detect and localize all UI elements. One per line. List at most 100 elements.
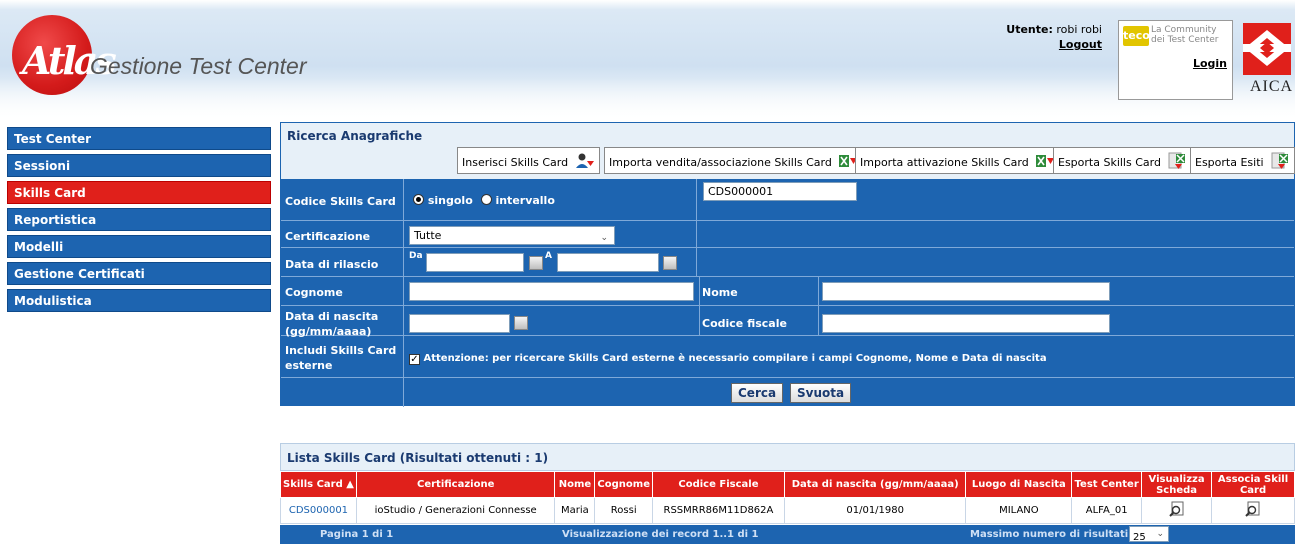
column-divider — [818, 277, 819, 335]
results-panel: Lista Skills Card (Risultati ottenuti : … — [280, 443, 1295, 544]
pagination-bar: Pagina 1 di 1 Visualizzazione dei record… — [280, 525, 1295, 544]
excel-export-icon — [1168, 152, 1186, 169]
intervallo-radio[interactable] — [480, 194, 492, 205]
associate-card-icon[interactable] — [1245, 501, 1261, 517]
data-nascita-input[interactable] — [409, 314, 510, 333]
sidebar-item-reportistica[interactable]: Reportistica — [7, 208, 271, 231]
cell-nome: Maria — [554, 497, 596, 524]
esporta-skills-card-button[interactable]: Esporta Skills Card — [1053, 147, 1193, 174]
cell-visualizza-scheda — [1141, 497, 1213, 524]
cognome-label: Cognome — [285, 286, 343, 299]
search-toolbar: Ricerca Anagrafiche Inserisci Skills Car… — [281, 123, 1295, 179]
sidebar-item-modulistica[interactable]: Modulistica — [7, 289, 271, 312]
header: Atlas Gestione Test Center Utente: robi … — [0, 0, 1295, 122]
teco-caption-line-2: dei Test Center — [1151, 35, 1219, 45]
teco-login-box: teco La Community dei Test Center Login — [1118, 20, 1233, 100]
row-divider — [281, 377, 1294, 378]
codice-skills-card-input[interactable]: CDS000001 — [703, 182, 857, 201]
chevron-down-icon: ⌄ — [600, 233, 608, 243]
calendar-icon[interactable] — [529, 256, 543, 270]
column-visualizza-scheda: Visualizza Scheda — [1141, 471, 1213, 498]
table-header-row: Skills Card ▲ Certificazione Nome Cognom… — [280, 471, 1295, 498]
inserisci-skills-card-label: Inserisci Skills Card — [462, 156, 569, 169]
results-title: Lista Skills Card (Risultati ottenuti : … — [287, 451, 549, 465]
app-title: Gestione Test Center — [90, 53, 307, 79]
max-results-value: 25 — [1133, 532, 1146, 543]
certificazione-select[interactable]: Tutte ⌄ — [409, 226, 615, 245]
data-nascita-label: Data di nascita (gg/mm/aaaa) — [285, 309, 378, 339]
add-user-icon — [575, 153, 594, 168]
search-panel: Ricerca Anagrafiche Inserisci Skills Car… — [280, 122, 1295, 407]
esporta-esiti-button[interactable]: Esporta Esiti — [1190, 147, 1295, 174]
cerca-button[interactable]: Cerca — [731, 383, 784, 403]
row-divider — [281, 220, 1294, 221]
column-test-center[interactable]: Test Center — [1071, 471, 1143, 498]
column-cognome[interactable]: Cognome — [594, 471, 653, 498]
aica-logo-icon — [1243, 23, 1291, 75]
column-codice-fiscale[interactable]: Codice Fiscale — [651, 471, 785, 498]
header-wave — [0, 78, 1295, 122]
sidebar-item-skills-card[interactable]: Skills Card — [7, 181, 271, 204]
column-luogo-nascita[interactable]: Luogo di Nascita — [965, 471, 1073, 498]
view-details-icon[interactable] — [1168, 501, 1185, 517]
importa-vendita-button[interactable]: Importa vendita/associazione Skills Card — [604, 147, 864, 174]
cell-cognome: Rossi — [594, 497, 653, 524]
cell-associa-skill-card — [1211, 497, 1295, 524]
cognome-input[interactable] — [409, 282, 694, 301]
inserisci-skills-card-button[interactable]: Inserisci Skills Card — [457, 147, 600, 174]
includi-esterne-label: Includi Skills Card esterne — [285, 343, 396, 373]
importa-attivazione-label: Importa attivazione Skills Card — [860, 156, 1029, 169]
column-associa-skill-card: Associa Skill Card — [1211, 471, 1295, 498]
row-divider — [281, 335, 1294, 336]
user-name: robi robi — [1056, 23, 1102, 36]
column-data-nascita[interactable]: Data di nascita (gg/mm/aaaa) — [783, 471, 967, 498]
column-skills-card[interactable]: Skills Card ▲ — [280, 471, 357, 498]
pagination-page: Pagina 1 di 1 — [320, 529, 394, 540]
singolo-radio[interactable] — [413, 194, 424, 205]
column-nome[interactable]: Nome — [554, 471, 596, 498]
logout-link[interactable]: Logout — [940, 37, 1102, 52]
nome-input[interactable] — [822, 282, 1110, 301]
a-label: A — [545, 251, 552, 261]
nome-label: Nome — [702, 286, 738, 299]
user-label: Utente: — [1006, 23, 1053, 36]
column-divider — [403, 179, 404, 407]
aica-text: AICA — [1250, 78, 1294, 95]
chevron-down-icon: ⌄ — [1156, 529, 1164, 539]
column-divider — [696, 221, 697, 248]
includi-esterne-option: ✓ Attenzione: per ricercare Skills Card … — [409, 353, 1047, 365]
max-results-select[interactable]: 25 ⌄ — [1129, 526, 1169, 543]
row-divider — [281, 247, 1294, 248]
data-nascita-label-line-2: (gg/mm/aaaa) — [285, 325, 372, 338]
intervallo-radio-label: intervallo — [495, 194, 555, 207]
calendar-icon[interactable] — [663, 256, 677, 270]
data-rilascio-da-input[interactable] — [426, 253, 524, 272]
data-rilascio-a-input[interactable] — [557, 253, 659, 272]
singolo-radio-group: singolo intervallo — [413, 194, 555, 207]
cell-certificazione: ioStudio / Generazioni Connesse — [355, 497, 556, 524]
includi-esterne-note: Attenzione: per ricercare Skills Card es… — [423, 353, 1047, 364]
esporta-esiti-label: Esporta Esiti — [1195, 156, 1264, 169]
sidebar-item-gestione-certificati[interactable]: Gestione Certificati — [7, 262, 271, 285]
codice-fiscale-input[interactable] — [822, 314, 1110, 333]
sidebar-item-test-center[interactable]: Test Center — [7, 127, 271, 150]
includi-esterne-checkbox[interactable]: ✓ — [409, 354, 420, 365]
sidebar-item-modelli[interactable]: Modelli — [7, 235, 271, 258]
codice-skills-card-label: Codice Skills Card — [285, 195, 396, 208]
login-link[interactable]: Login — [1193, 57, 1227, 70]
user-info: Utente: robi robi Logout — [940, 22, 1102, 52]
teco-logo: teco — [1123, 26, 1150, 46]
importa-attivazione-button[interactable]: Importa attivazione Skills Card — [855, 147, 1061, 174]
certificazione-label: Certificazione — [285, 230, 371, 243]
row-divider — [281, 276, 1294, 277]
calendar-icon[interactable] — [514, 316, 528, 330]
aica-logo: AICA — [1240, 20, 1295, 96]
importa-vendita-label: Importa vendita/associazione Skills Card — [609, 156, 832, 169]
sidebar-item-sessioni[interactable]: Sessioni — [7, 154, 271, 177]
column-certificazione[interactable]: Certificazione — [355, 471, 556, 498]
skills-card-link[interactable]: CDS000001 — [280, 497, 357, 524]
cell-data-nascita: 01/01/1980 — [783, 497, 967, 524]
teco-caption: La Community dei Test Center — [1151, 25, 1219, 45]
excel-export-icon — [1271, 152, 1289, 169]
svuota-button[interactable]: Svuota — [790, 383, 852, 403]
